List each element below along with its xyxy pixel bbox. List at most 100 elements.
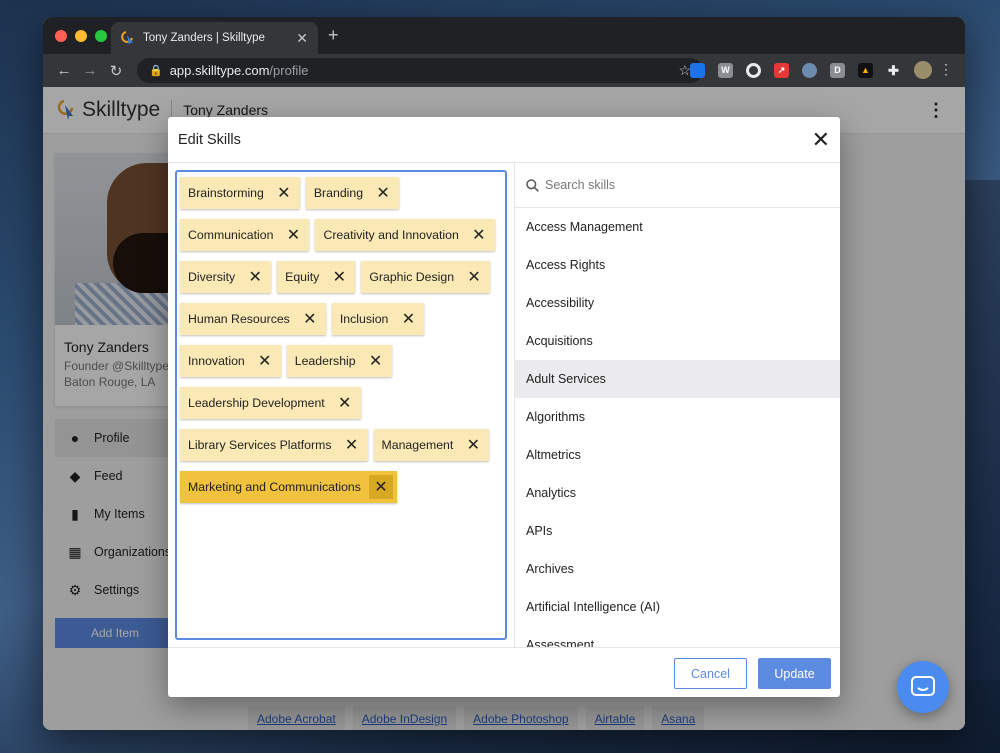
skill-chip[interactable]: Communication ✕ [180, 219, 310, 251]
skill-chip[interactable]: Diversity ✕ [180, 261, 272, 293]
remove-skill-icon[interactable]: ✕ [253, 349, 277, 373]
skill-chip-label: Leadership [294, 354, 356, 368]
remove-skill-icon[interactable]: ✕ [371, 181, 395, 205]
skill-chip-label: Management [381, 438, 454, 452]
browser-menu-icon[interactable]: ⋮ [939, 61, 953, 78]
skill-option[interactable]: Altmetrics [515, 436, 840, 474]
new-tab-icon[interactable]: + [328, 25, 339, 46]
skill-chip[interactable]: Creativity and Innovation ✕ [315, 219, 495, 251]
remove-skill-icon[interactable]: ✕ [462, 265, 486, 289]
search-input[interactable] [545, 178, 805, 192]
extensions-row: W ↗ D ▲ ✚ [690, 61, 932, 79]
remove-skill-icon[interactable]: ✕ [333, 391, 357, 415]
remove-skill-icon[interactable]: ✕ [327, 265, 351, 289]
skill-chip[interactable]: Innovation ✕ [180, 345, 281, 377]
skill-picker: Access ManagementAccess RightsAccessibil… [514, 163, 840, 647]
reload-icon[interactable]: ↻ [103, 62, 129, 80]
skill-option[interactable]: Acquisitions [515, 322, 840, 360]
chat-icon [911, 676, 935, 696]
minimize-window-button[interactable] [75, 30, 87, 42]
modal-title: Edit Skills [178, 131, 241, 148]
chat-launcher-button[interactable] [897, 661, 949, 713]
browser-tab[interactable]: Tony Zanders | Skilltype ✕ [111, 22, 318, 54]
extension-d-icon[interactable]: D [830, 62, 845, 78]
skill-option[interactable]: Access Rights [515, 246, 840, 284]
skill-chip[interactable]: Inclusion ✕ [331, 303, 425, 335]
skill-option[interactable]: Algorithms [515, 398, 840, 436]
remove-skill-icon[interactable]: ✕ [396, 307, 420, 331]
remove-skill-icon[interactable]: ✕ [272, 181, 296, 205]
skill-chip-label: Graphic Design [369, 270, 455, 284]
remove-skill-icon[interactable]: ✕ [364, 349, 388, 373]
skill-chip[interactable]: Marketing and Communications ✕ [180, 471, 397, 503]
modal-header: Edit Skills ✕ [168, 117, 840, 163]
remove-skill-icon[interactable]: ✕ [340, 433, 364, 457]
skill-chip-label: Branding [313, 186, 364, 200]
skill-chip[interactable]: Brainstorming ✕ [180, 177, 300, 209]
skill-list: Access Management Access Rights Accessibil… [515, 208, 840, 647]
skill-option[interactable]: APIs [515, 512, 840, 550]
skill-chip[interactable]: Branding ✕ [305, 177, 400, 209]
url-path: /profile [269, 63, 309, 78]
extensions-puzzle-icon[interactable]: ✚ [886, 63, 901, 78]
address-bar[interactable]: 🔒 app.skilltype.com/profile ☆ [137, 58, 703, 83]
skill-option[interactable]: Accessibility [515, 284, 840, 322]
skill-chip-label: Brainstorming [188, 186, 264, 200]
remove-skill-icon[interactable]: ✕ [243, 265, 267, 289]
remove-skill-icon[interactable]: ✕ [368, 475, 393, 499]
skill-option[interactable]: Artificial Intelligence (AI) [515, 588, 840, 626]
skill-chip[interactable]: Graphic Design ✕ [361, 261, 491, 293]
extension-shield-icon[interactable] [802, 62, 817, 78]
skill-option[interactable]: Assessment [515, 626, 840, 647]
browser-window: Tony Zanders | Skilltype ✕ + ← → ↻ 🔒 app… [43, 17, 965, 730]
forward-icon[interactable]: → [77, 62, 103, 79]
back-icon[interactable]: ← [51, 62, 77, 79]
selected-skills-box[interactable]: Brainstorming ✕ Branding ✕ Communication ✕ Cre… [175, 170, 507, 640]
edit-skills-modal: Edit Skills ✕ Brainstorming ✕ Branding ✕ Com… [168, 117, 840, 697]
profile-avatar-icon[interactable] [914, 61, 932, 79]
cancel-button[interactable]: Cancel [674, 658, 747, 689]
skill-chip-label: Leadership Development [188, 396, 325, 410]
skill-chip[interactable]: Human Resources ✕ [180, 303, 326, 335]
skill-option[interactable]: Adult Services [515, 360, 840, 398]
close-window-button[interactable] [55, 30, 67, 42]
tab-bar: Tony Zanders | Skilltype ✕ + [43, 17, 965, 54]
search-icon [526, 178, 539, 192]
remove-skill-icon[interactable]: ✕ [298, 307, 322, 331]
skill-option[interactable]: Analytics [515, 474, 840, 512]
skill-chip[interactable]: Leadership ✕ [286, 345, 392, 377]
tab-title: Tony Zanders | Skilltype [143, 32, 265, 44]
lock-icon: 🔒 [149, 65, 163, 77]
maximize-window-button[interactable] [95, 30, 107, 42]
extension-arrow-icon[interactable]: ↗ [774, 62, 789, 78]
extension-w-icon[interactable]: W [718, 62, 733, 78]
skill-chip[interactable]: Management ✕ [373, 429, 490, 461]
skill-chip-label: Creativity and Innovation [323, 228, 459, 242]
skill-chip-label: Library Services Platforms [188, 438, 332, 452]
skill-chip[interactable]: Equity ✕ [277, 261, 356, 293]
close-tab-icon[interactable]: ✕ [296, 30, 308, 47]
remove-skill-icon[interactable]: ✕ [281, 223, 305, 247]
close-icon[interactable]: ✕ [812, 128, 830, 151]
skill-chip-label: Human Resources [188, 312, 290, 326]
skill-option[interactable]: Access Management [515, 208, 840, 246]
search-row [515, 163, 840, 208]
remove-skill-icon[interactable]: ✕ [467, 223, 491, 247]
skill-chip-label: Innovation [188, 354, 245, 368]
skill-chip[interactable]: Leadership Development ✕ [180, 387, 361, 419]
extension-circle-icon[interactable] [746, 62, 761, 78]
update-button[interactable]: Update [758, 658, 831, 689]
skill-chip[interactable]: Library Services Platforms ✕ [180, 429, 368, 461]
skilltype-favicon-icon [121, 31, 133, 45]
skill-chip-label: Inclusion [339, 312, 389, 326]
extension-flame-icon[interactable]: ▲ [858, 62, 873, 78]
remove-skill-icon[interactable]: ✕ [461, 433, 485, 457]
window-controls [55, 30, 107, 42]
browser-toolbar: ← → ↻ 🔒 app.skilltype.com/profile ☆ W ↗ … [43, 54, 965, 87]
extension-video-icon[interactable] [690, 62, 705, 78]
skill-chip-label: Marketing and Communications [188, 480, 361, 494]
url-host: app.skilltype.com [169, 63, 270, 78]
modal-footer: Cancel Update [168, 647, 840, 697]
skill-chip-label: Communication [188, 228, 274, 242]
skill-option[interactable]: Archives [515, 550, 840, 588]
